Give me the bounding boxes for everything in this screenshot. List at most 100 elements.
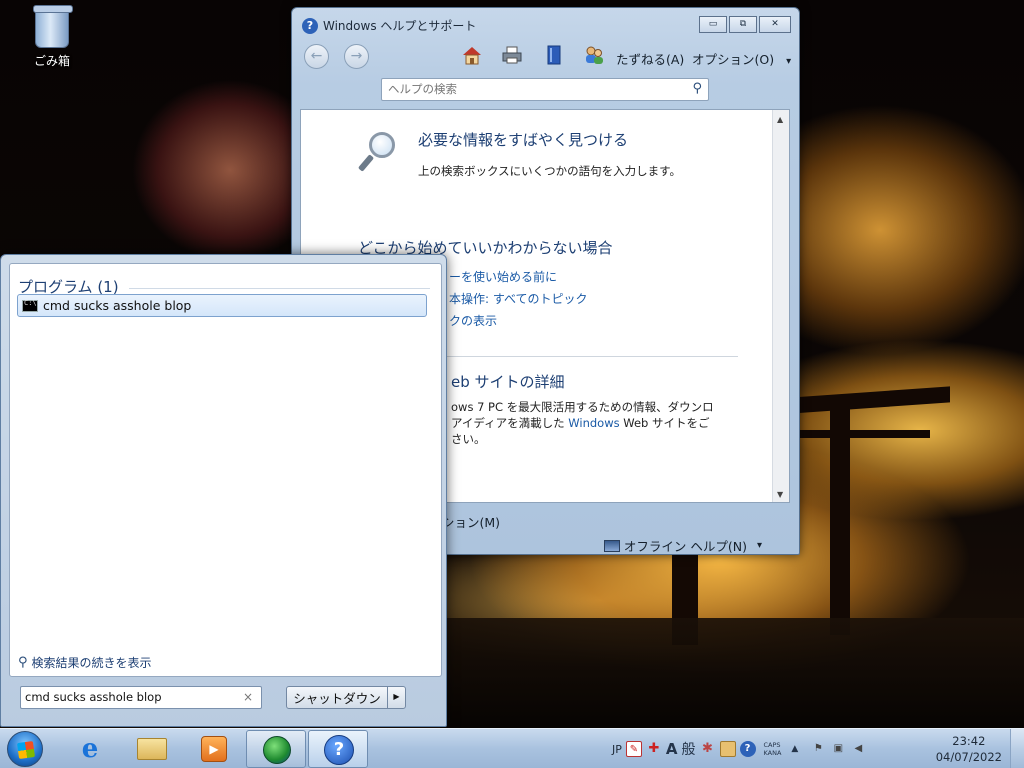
ime-tool-icon[interactable]: ✚	[646, 741, 662, 757]
content-description: 上の検索ボックスにいくつかの語句を入力します。	[418, 164, 682, 178]
people-icon	[586, 46, 603, 64]
search-result-label: cmd sucks asshole blop	[43, 298, 192, 313]
shutdown-options-arrow-icon[interactable]: ▶	[387, 687, 405, 708]
clock-time: 23:42	[952, 734, 986, 748]
paragraph-text: Web サイトをご	[623, 416, 710, 430]
taskbar-button-help-and-support[interactable]: ?	[308, 730, 368, 768]
ask-button-icon-wrap[interactable]	[582, 44, 606, 68]
globe-icon	[263, 736, 291, 764]
language-indicator[interactable]: JP	[612, 743, 622, 756]
network-icon[interactable]: ▣	[830, 741, 846, 757]
caps-kana-indicator: CAPS KANA	[764, 741, 782, 757]
help-home-button[interactable]	[460, 44, 484, 68]
vertical-scrollbar[interactable]: ▲ ▼	[772, 110, 789, 502]
clear-search-icon[interactable]: ×	[243, 690, 253, 704]
more-support-options-button[interactable]: ション(M)	[442, 512, 500, 531]
magnifier-icon	[357, 132, 397, 172]
window-title: Windows ヘルプとサポート	[323, 19, 477, 33]
command-prompt-icon	[22, 299, 38, 312]
start-search-input[interactable]	[25, 687, 235, 707]
help-toolbar: ← → たずねる(A) オプション(O) ▾	[302, 42, 791, 72]
content-heading: 必要な情報をすばやく見つける	[418, 131, 629, 149]
content-paragraph-line: ows 7 PC を最大限活用するための情報、ダウンロ	[451, 400, 714, 414]
options-label: オプション(O)	[692, 52, 775, 67]
window-titlebar[interactable]: ? Windows ヘルプとサポート	[302, 17, 476, 34]
start-menu: プログラム (1) ⚲ 検索結果の続きを表示 cmd sucks asshole…	[0, 254, 447, 727]
folder-icon	[137, 738, 167, 760]
see-more-results-label: 検索結果の続きを表示	[31, 656, 152, 670]
scroll-down-icon[interactable]: ▼	[777, 490, 783, 499]
back-arrow-icon: ←	[310, 48, 323, 64]
kana-label: KANA	[763, 749, 782, 757]
media-player-icon: ▶	[201, 736, 227, 762]
offline-help-button[interactable]: オフライン ヘルプ(N) ▾	[603, 536, 762, 555]
windows-web-link[interactable]: Windows	[568, 416, 619, 430]
help-search-input[interactable]	[388, 79, 678, 99]
chevron-down-icon: ▾	[756, 540, 762, 551]
taskbar-button-media-player[interactable]: ▶	[184, 730, 244, 768]
content-paragraph-line: さい。	[451, 432, 486, 446]
taskbar-button-network-app[interactable]	[246, 730, 306, 768]
ime-input-mode[interactable]: A	[666, 740, 678, 758]
taskbar-button-windows-explorer[interactable]	[122, 730, 182, 768]
search-icon[interactable]: ⚲	[692, 81, 702, 96]
paragraph-text: アイディアを満載した	[451, 416, 565, 430]
help-link[interactable]: 本操作: すべてのトピック	[449, 290, 588, 307]
print-button[interactable]	[500, 44, 524, 68]
start-search-box: ×	[20, 686, 262, 709]
shutdown-button-group: シャットダウン ▶	[286, 686, 406, 709]
ime-dictionary-icon[interactable]: ✱	[700, 741, 716, 757]
back-button[interactable]: ←	[304, 44, 329, 69]
close-button[interactable]: ✕	[759, 16, 791, 33]
taskbar-clock[interactable]: 23:42 04/07/2022	[936, 733, 1002, 765]
ime-help-icon[interactable]: ?	[739, 741, 756, 757]
ie-icon: e	[81, 734, 99, 764]
house-icon	[463, 47, 481, 65]
minimize-button[interactable]: ▭	[699, 16, 727, 33]
search-result-item[interactable]: cmd sucks asshole blop	[17, 294, 427, 317]
options-button[interactable]: オプション(O) ▾	[692, 49, 791, 68]
ime-properties-icon[interactable]	[719, 741, 736, 757]
windows-logo-icon	[16, 740, 36, 760]
notification-area: JP ✎ ✚ A 般 ✱ ? CAPS KANA ▲ ⚑ ▣ ◀	[612, 735, 866, 763]
ask-button[interactable]: たずねる(A)	[616, 49, 684, 68]
browse-help-button[interactable]	[542, 44, 566, 68]
offline-help-label: オフライン ヘルプ(N)	[623, 539, 747, 554]
wallpaper-torii-beam	[800, 430, 930, 438]
search-icon: ⚲	[18, 655, 28, 670]
help-link[interactable]: ーを使い始める前に	[449, 268, 557, 285]
see-more-results-link[interactable]: ⚲ 検索結果の続きを表示	[18, 654, 152, 671]
caps-label: CAPS	[763, 741, 781, 749]
chevron-down-icon: ▾	[786, 56, 792, 67]
window-controls: ▭ ⧉ ✕	[699, 16, 791, 33]
desktop-icon-label: ごみ箱	[33, 54, 70, 68]
help-icon: ?	[324, 735, 354, 765]
wallpaper-torii-post	[830, 405, 850, 635]
search-results-panel: プログラム (1) ⚲ 検索結果の続きを表示	[9, 263, 442, 677]
content-heading-web: eb サイトの詳細	[451, 373, 565, 391]
computer-icon	[603, 539, 620, 552]
show-hidden-icons-arrow-icon[interactable]: ▲	[791, 744, 798, 754]
show-desktop-button[interactable]	[1010, 729, 1024, 768]
book-icon	[547, 45, 561, 65]
recycle-bin-icon	[33, 5, 73, 48]
ime-pad-icon[interactable]: ✎	[625, 741, 642, 757]
start-button[interactable]	[7, 731, 43, 767]
help-link[interactable]: クの表示	[449, 312, 497, 329]
forward-arrow-icon: →	[350, 48, 363, 64]
clock-date: 04/07/2022	[935, 750, 1002, 764]
action-center-flag-icon[interactable]: ⚑	[810, 741, 826, 757]
volume-muted-icon[interactable]: ◀	[850, 741, 866, 757]
maximize-button[interactable]: ⧉	[729, 16, 757, 33]
printer-icon	[502, 46, 522, 64]
forward-button[interactable]: →	[344, 44, 369, 69]
taskbar: e ▶ ? JP ✎ ✚ A 般 ✱ ? CAPS KANA ▲ ⚑ ▣ ◀ 2…	[0, 728, 1024, 768]
desktop-icon-recycle-bin[interactable]: ごみ箱	[22, 5, 82, 69]
help-icon: ?	[302, 17, 318, 34]
content-paragraph-line: アイディアを満載した Windows Web サイトをご	[451, 415, 710, 431]
wallpaper-crowd-silhouette	[440, 618, 1024, 728]
shutdown-button[interactable]: シャットダウン	[287, 688, 387, 707]
ime-conversion-mode[interactable]: 般	[682, 739, 696, 759]
taskbar-button-internet-explorer[interactable]: e	[60, 730, 120, 768]
scroll-up-icon[interactable]: ▲	[777, 115, 783, 124]
